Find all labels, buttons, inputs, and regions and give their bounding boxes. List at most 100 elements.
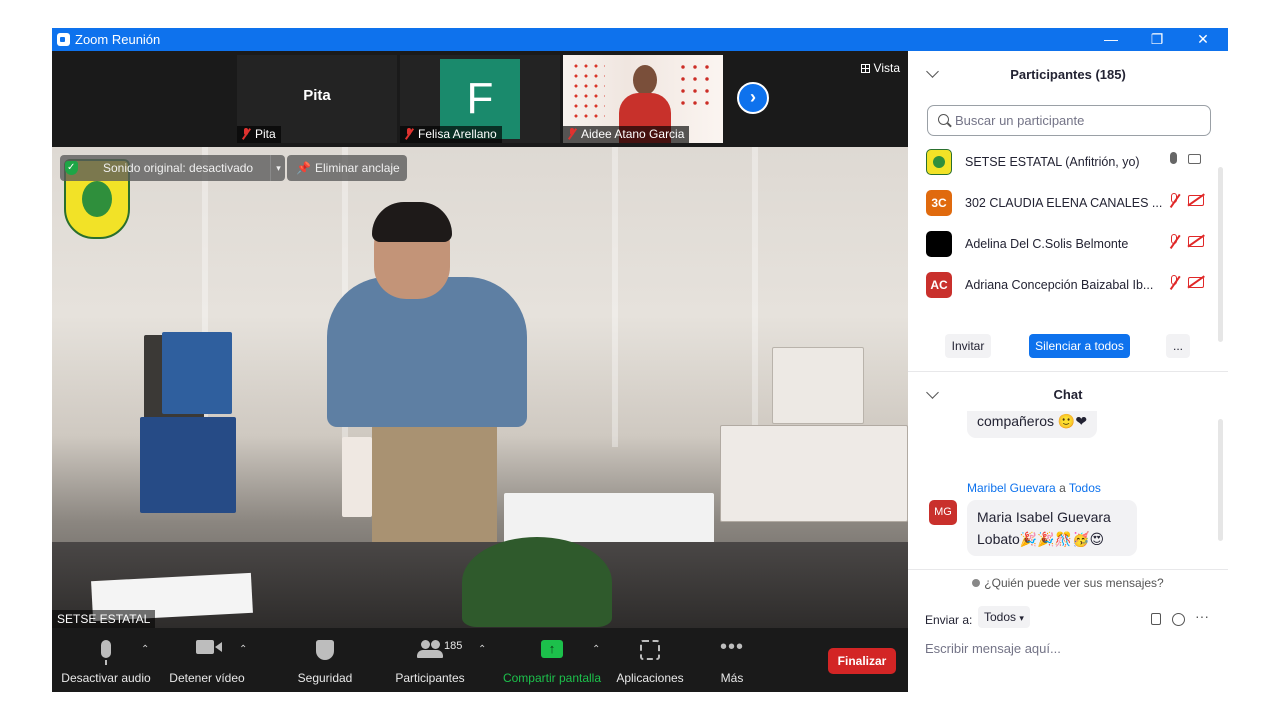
chat-scrollbar[interactable] — [1218, 419, 1223, 541]
unpin-button[interactable]: 📌 Eliminar anclaje — [287, 155, 407, 181]
next-page-button[interactable]: › — [737, 82, 769, 114]
end-meeting-button[interactable]: Finalizar — [828, 648, 896, 674]
mute-audio-button[interactable]: Desactivar audio — [58, 628, 154, 692]
side-panel: Participantes (185) Buscar un participan… — [908, 51, 1228, 692]
video-off-icon[interactable] — [1188, 236, 1204, 247]
participants-title: Participantes (185) — [1010, 67, 1126, 82]
participant-row[interactable]: Adelina Del C.Solis Belmonte — [908, 223, 1218, 264]
participants-scrollbar[interactable] — [1218, 167, 1223, 342]
shield-check-icon — [65, 155, 78, 181]
muted-mic-icon[interactable] — [1168, 193, 1180, 209]
window-title: Zoom Reunión — [75, 32, 161, 47]
person-face — [633, 65, 657, 95]
muted-mic-icon — [567, 128, 577, 139]
chat-bubble: compañeros 🙂❤ — [967, 411, 1098, 438]
send-to-label: Enviar a: — [925, 613, 973, 627]
coffee-maker-box — [140, 417, 236, 513]
apps-button[interactable]: Aplicaciones — [612, 628, 688, 692]
chat-title: Chat — [1053, 387, 1083, 402]
muted-mic-icon[interactable] — [1168, 275, 1180, 291]
participant-row[interactable] — [908, 305, 1218, 311]
video-tile-felisa[interactable]: F Felisa Arellano — [400, 55, 560, 143]
video-area: Pita Pita F Felisa Arellano Aidee Atano … — [52, 51, 908, 692]
close-button[interactable]: ✕ — [1180, 28, 1226, 51]
original-sound-button[interactable]: Sonido original: desactivado ▾ — [60, 155, 285, 181]
minimize-button[interactable]: — — [1088, 28, 1134, 51]
more-button[interactable]: ••• Más — [707, 628, 757, 692]
zoom-window: Zoom Reunión — ❐ ✕ Pita Pita F Felisa Ar… — [52, 28, 1228, 692]
video-off-icon[interactable] — [1188, 195, 1204, 206]
avatar: MG — [929, 500, 957, 525]
zoom-logo-icon — [57, 33, 70, 46]
invite-button[interactable]: Invitar — [945, 334, 991, 358]
tile-name-label: Felisa Arellano — [400, 126, 502, 143]
avatar — [926, 231, 952, 257]
participant-row[interactable]: 3C 302 CLAUDIA ELENA CANALES ... — [908, 182, 1218, 223]
speaker-body — [327, 277, 527, 427]
microphone-icon[interactable] — [1170, 152, 1177, 164]
blender-box — [162, 332, 232, 414]
video-tile-aidee[interactable]: Aidee Atano Garcia — [563, 55, 723, 143]
video-camera-icon — [196, 640, 222, 654]
divider — [908, 371, 1228, 372]
security-button[interactable]: Seguridad — [290, 628, 360, 692]
muted-mic-icon[interactable] — [1168, 234, 1180, 250]
person-icon — [972, 579, 981, 587]
cookware-box — [720, 425, 908, 522]
muted-mic-icon — [241, 128, 251, 139]
avatar: 3C — [926, 190, 952, 216]
restore-button[interactable]: ❐ — [1134, 28, 1180, 51]
centerpiece — [462, 537, 612, 627]
participant-list: SETSE ESTATAL (Anfitrión, yo) 3C 302 CLA… — [908, 141, 1228, 311]
participant-row[interactable]: SETSE ESTATAL (Anfitrión, yo) — [908, 141, 1218, 182]
chat-bubble: Maria Isabel Guevara Lobato🎉🎉🎊🥳😍 — [967, 500, 1137, 556]
avatar: AC — [926, 272, 952, 298]
tile-name-label: Pita — [237, 126, 281, 143]
participant-search-input[interactable]: Buscar un participante — [927, 105, 1211, 136]
shield-icon — [316, 640, 334, 660]
meeting-toolbar: Desactivar audio ⌃ Detener vídeo ⌃ Segur… — [52, 628, 908, 692]
chat-message-meta: Maribel Guevara a Todos — [967, 481, 1101, 495]
title-bar: Zoom Reunión — ❐ ✕ — [52, 28, 1228, 51]
audio-options-caret[interactable]: ⌃ — [141, 644, 149, 655]
chevron-down-icon[interactable]: ▾ — [270, 155, 286, 181]
emoji-icon[interactable] — [1172, 613, 1185, 626]
share-screen-button[interactable]: ↑ Compartir pantalla — [500, 628, 604, 692]
video-tile-pita[interactable]: Pita Pita — [237, 55, 397, 143]
muted-mic-icon — [404, 128, 414, 139]
video-options-caret[interactable]: ⌃ — [239, 644, 247, 655]
participants-options-caret[interactable]: ⌃ — [478, 644, 486, 655]
grid-view-icon — [860, 64, 870, 73]
active-speaker-name: SETSE ESTATAL — [52, 610, 156, 628]
share-arrow-icon: ↑ — [541, 640, 563, 658]
video-camera-icon[interactable] — [1188, 154, 1201, 164]
share-options-caret[interactable]: ⌃ — [592, 644, 600, 655]
mute-all-button[interactable]: Silenciar a todos — [1029, 334, 1130, 358]
who-can-see-link[interactable]: ¿Quién puede ver sus mensajes? — [908, 576, 1228, 590]
apps-icon — [640, 640, 660, 660]
participants-more-button[interactable]: ... — [1166, 334, 1190, 358]
participants-button[interactable]: 185 Participantes — [392, 628, 468, 692]
chevron-down-icon: ▾ — [1019, 613, 1024, 623]
more-dots-icon: ••• — [719, 636, 744, 658]
tile-name-label: Aidee Atano Garcia — [563, 126, 690, 143]
chat-more-button[interactable]: ··· — [1195, 608, 1209, 624]
divider — [908, 569, 1228, 570]
recipient-dropdown[interactable]: Todos ▾ — [978, 606, 1030, 628]
file-icon[interactable] — [1151, 613, 1161, 625]
dish-set-box — [772, 347, 864, 424]
participant-row[interactable]: AC Adriana Concepción Baizabal Ib... — [908, 264, 1218, 305]
chat-message-input[interactable]: Escribir mensaje aquí... — [925, 641, 1061, 656]
participants-count: 185 — [444, 640, 463, 652]
pin-icon: 📌 — [296, 161, 311, 175]
stop-video-button[interactable]: Detener vídeo — [164, 628, 250, 692]
tile-display-name: Pita — [303, 87, 331, 104]
view-button[interactable]: Vista — [860, 61, 900, 75]
speaker-legs — [372, 427, 497, 557]
participant-strip: Pita Pita F Felisa Arellano Aidee Atano … — [52, 51, 908, 147]
avatar — [926, 149, 952, 175]
search-icon — [938, 114, 949, 125]
active-speaker-video: Sonido original: desactivado ▾ 📌 Elimina… — [52, 147, 908, 628]
video-off-icon[interactable] — [1188, 277, 1204, 288]
participants-icon — [417, 640, 443, 658]
